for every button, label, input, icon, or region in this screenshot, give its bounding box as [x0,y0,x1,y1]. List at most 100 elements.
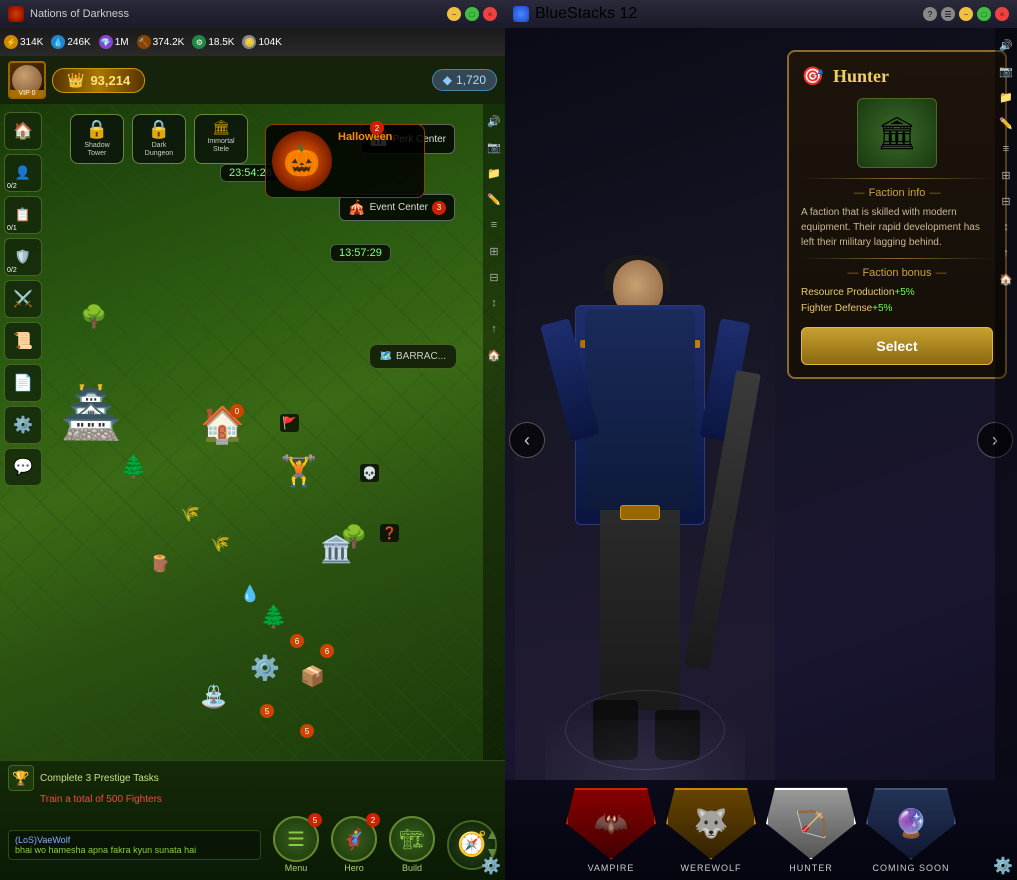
resource-gem[interactable]: 💎 1M [99,35,129,49]
building-popup-area: 🔒 Shadow Tower 🔒 Dark Dungeon 🏛 Immortal… [70,114,248,164]
rsb-layers[interactable]: ≡ [485,216,503,234]
rsb-camera[interactable]: 📷 [485,138,503,156]
small-building[interactable]: 🏛️ [320,534,352,565]
resource-water[interactable]: 💧 246K [51,35,90,49]
diamond-bar[interactable]: ◆ 1,720 [432,69,497,91]
resource-food[interactable]: 🔨 374.2K [137,35,185,49]
map-info-popup: 🗺️ BARRAC... [369,344,457,369]
resource-node-food2[interactable]: 🌾 [210,534,230,554]
event-center-popup[interactable]: 🎪 Event Center 3 [339,194,455,221]
rps-camera[interactable]: 📷 [997,62,1015,80]
resource-speed[interactable]: ⚙ 18.5K [192,35,234,49]
halloween-popup[interactable]: 2 🎃 Halloween [265,124,425,198]
menu-btn-right[interactable]: ☰ [941,7,955,21]
faction-vampire[interactable]: 🦇 VAMPIRE [566,788,656,873]
workshop[interactable]: ⚙️ [250,654,280,683]
rps-arrows[interactable]: ↕ [997,218,1015,236]
titlebar-left: Nations of Darkness − □ × [0,0,505,28]
fountain[interactable]: ⛲ [200,684,227,710]
map-popup-icon: 🗺️ [380,351,392,362]
question-btn-right[interactable]: ? [923,7,937,21]
hunter-shield-icon: 🏹 [794,807,829,840]
main-castle[interactable]: 🏯 [60,384,122,443]
hero-badge: 2 [366,813,380,827]
nav-up-left[interactable]: ▲ [485,826,499,842]
shadow-tower-btn[interactable]: 🔒 Shadow Tower [70,114,124,164]
halloween-badge: 2 [370,121,384,135]
rsb-nav[interactable]: ↑ [485,320,503,338]
rps-nav[interactable]: ↑ [997,244,1015,262]
coming-shield-icon: 🔮 [894,807,929,840]
info-panel: 🎯 Hunter 🏛 Faction info A faction that i… [787,50,1007,379]
menu-action-icon: ☰ [287,827,305,852]
minimize-btn-right[interactable]: − [959,7,973,21]
dark-dungeon-label: Dark Dungeon [137,142,181,159]
sidebar-btn-layer[interactable]: 📄 [4,364,42,402]
rps-pen[interactable]: ✏️ [997,114,1015,132]
sidebar-btn-chat[interactable]: 💬 [4,448,42,486]
rps-home[interactable]: 🏠 [997,270,1015,288]
resource-node-wood[interactable]: 🪵 [150,554,170,574]
close-btn-left[interactable]: × [483,7,497,21]
dark-dungeon-btn[interactable]: 🔒 Dark Dungeon [132,114,186,164]
resource-node-food[interactable]: 🌾 [180,504,200,524]
maximize-btn-right[interactable]: □ [977,7,991,21]
werewolf-shield-body: 🐺 [666,788,756,860]
rsb-sound[interactable]: 🔊 [485,112,503,130]
rps-folder[interactable]: 📁 [997,88,1015,106]
app-name-right: BlueStacks 12 [535,5,637,23]
sidebar-btn-player[interactable]: 👤 0/2 [4,154,42,192]
player-avatar[interactable]: VIP 0 [8,61,46,99]
bonus-value-1: +5% [894,287,914,298]
hero-action-label: Hero [344,863,364,873]
resource-gold[interactable]: ⚡ 314K [4,35,43,49]
build-action-btn[interactable]: 🏗 Build [389,816,435,873]
map-badge-6a: 6 [290,634,304,648]
rsb-expand[interactable]: ⊞ [485,242,503,260]
rsb-arrows[interactable]: ↕ [485,294,503,312]
nav-down-left[interactable]: ▼ [485,844,499,860]
chat-message: bhai wo hamesha apna fakra kyun sunata h… [15,845,196,855]
faction-werewolf[interactable]: 🐺 WEREWOLF [666,788,756,873]
nav-arrow-left[interactable]: ‹ [509,422,545,458]
rsb-pen[interactable]: ✏️ [485,190,503,208]
task-text-2: Train a total of 500 Fighters [40,794,162,805]
timer-2[interactable]: 13:57:29 [330,244,391,262]
sidebar-btn-home[interactable]: 🏠 [4,112,42,150]
diamond-value: 1,720 [456,73,486,87]
close-btn-right[interactable]: × [995,7,1009,21]
select-button[interactable]: Select [801,327,993,365]
minimize-btn-left[interactable]: − [447,7,461,21]
rsb-folder[interactable]: 📁 [485,164,503,182]
storage[interactable]: 📦 [300,664,325,689]
menu-action-btn[interactable]: ☰ 5 Menu [273,816,319,873]
sidebar-btn-scroll[interactable]: 📜 [4,322,42,360]
shield-icon-sb: 🛡️ [15,249,31,265]
rsb-shrink[interactable]: ⊟ [485,268,503,286]
app-icon-left [8,6,24,22]
attack-icon: ⚔️ [13,289,33,309]
resource-node-water[interactable]: 💧 [240,584,260,604]
rps-sound[interactable]: 🔊 [997,36,1015,54]
right-panel: BlueStacks 12 ? ☰ − □ × ~ [505,0,1017,880]
rsb-home-r[interactable]: 🏠 [485,346,503,364]
settings-bottom-right[interactable]: ⚙️ [993,856,1013,876]
immortal-stele-btn[interactable]: 🏛 Immortal Stele [194,114,248,164]
resource-silver[interactable]: 🪙 104K [242,35,281,49]
rps-shrink[interactable]: ⊟ [997,192,1015,210]
faction-hunter[interactable]: 🏹 HUNTER [766,788,856,873]
faction-coming-soon[interactable]: 🔮 Coming soon [866,788,956,873]
main-currency-bar[interactable]: 👑 93,214 [52,68,145,93]
rps-layers[interactable]: ≡ [997,140,1015,158]
rps-expand[interactable]: ⊞ [997,166,1015,184]
chat-area[interactable]: (LoS)VaeWolf bhai wo hamesha apna fakra … [8,830,261,860]
hero-action-btn[interactable]: 🦸 2 Hero [331,816,377,873]
game-map[interactable]: 🌳 🌲 🌳 🌲 🪵 💧 🌾 🌾 🏯 🏠 🏋️ 🏛️ ⚙️ 📦 ⛲ 🚩 💀 ❓ 0… [0,104,505,760]
maximize-btn-left[interactable]: □ [465,7,479,21]
bs-icon [513,6,529,22]
sidebar-btn-shield[interactable]: 🛡️ 0/2 [4,238,42,276]
fitness-building[interactable]: 🏋️ [280,454,317,489]
sidebar-btn-quest[interactable]: 📋 0/1 [4,196,42,234]
sidebar-btn-settings[interactable]: ⚙️ [4,406,42,444]
sidebar-btn-attack[interactable]: ⚔️ [4,280,42,318]
